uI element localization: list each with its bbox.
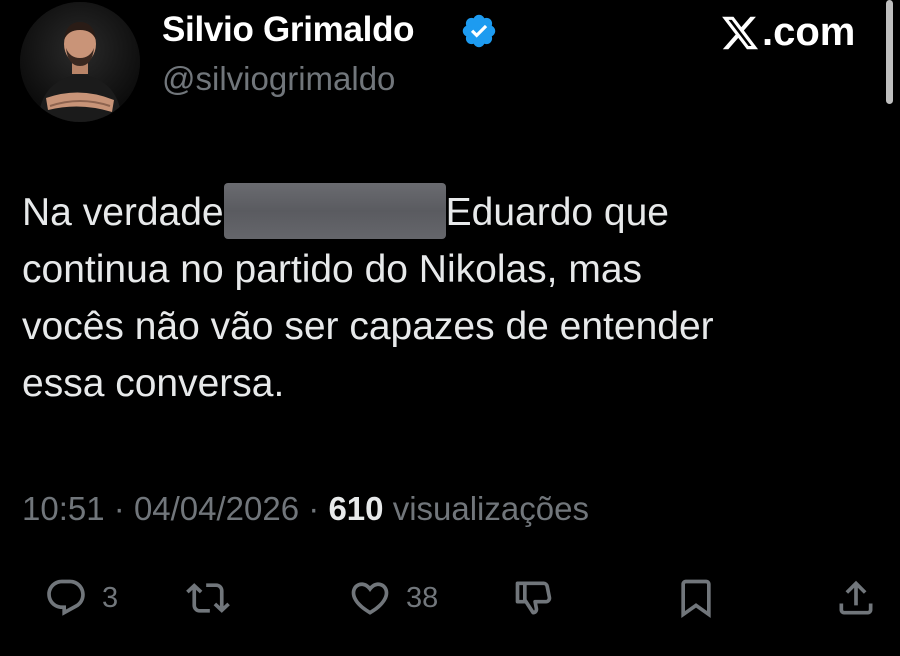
- action-bar: 3 38: [0, 572, 900, 628]
- tweet-text: Na verdade Eduardo que continua no partid…: [22, 182, 882, 412]
- share-icon: [839, 580, 873, 615]
- tweet-text-segment: Na verdade: [22, 191, 224, 234]
- meta-separator: ·: [113, 490, 125, 527]
- scrollbar-thumb[interactable]: [886, 0, 893, 104]
- tweet-meta: 10:51 · 04/04/2026 · 610 visualizações: [22, 490, 589, 528]
- brand-domain: .com: [762, 10, 856, 54]
- tweet-line-2: continua no partido do Nikolas, mas: [22, 248, 643, 291]
- tweet-line-3: vocês não vão ser capazes de entender: [22, 305, 714, 348]
- like-count: 38: [406, 581, 439, 614]
- x-logo-icon: [722, 16, 759, 49]
- dislike-button[interactable]: [512, 576, 556, 620]
- views-count: 610: [328, 490, 384, 527]
- meta-separator: ·: [308, 490, 320, 527]
- tweet-date[interactable]: 04/04/2026: [134, 490, 299, 527]
- reply-icon: [47, 579, 85, 616]
- tweet-line-1: Na verdade Eduardo que: [22, 182, 882, 241]
- tweet-line-4: essa conversa.: [22, 362, 285, 405]
- reply-count: 3: [102, 581, 119, 614]
- redacted-text-block: [223, 182, 446, 239]
- author-display-name[interactable]: Silvio Grimaldo: [162, 10, 415, 50]
- bookmark-icon: [681, 579, 711, 619]
- like-button[interactable]: 38: [348, 576, 438, 620]
- views-label: visualizações: [392, 490, 589, 527]
- thumbs-down-icon: [515, 581, 552, 615]
- x-brand: .com: [720, 10, 855, 55]
- verified-badge-icon: [462, 14, 496, 48]
- heart-icon: [351, 582, 389, 615]
- avatar[interactable]: [20, 2, 140, 122]
- tweet-screenshot: Silvio Grimaldo @silviogrimaldo .com Na …: [0, 0, 900, 656]
- share-button[interactable]: [834, 576, 878, 620]
- repost-button[interactable]: [186, 576, 230, 620]
- avatar-photo: [20, 2, 140, 122]
- tweet-text-segment: Eduardo que: [445, 191, 669, 234]
- reply-button[interactable]: 3: [44, 576, 118, 620]
- bookmark-button[interactable]: [674, 576, 718, 620]
- author-handle[interactable]: @silviogrimaldo: [162, 60, 395, 98]
- repost-icon: [186, 583, 230, 613]
- tweet-time[interactable]: 10:51: [22, 490, 105, 527]
